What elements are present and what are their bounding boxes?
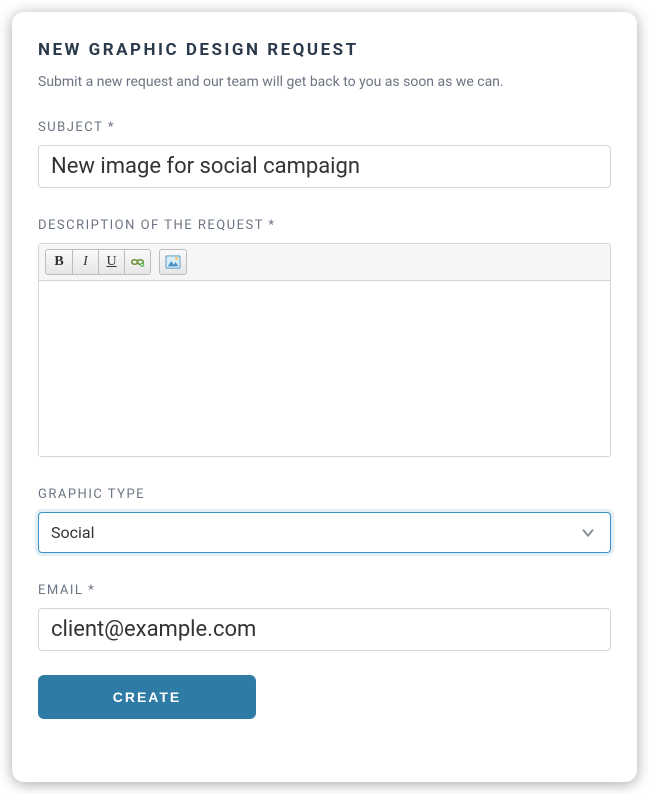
description-textarea[interactable] (39, 281, 610, 456)
graphic-type-label: GRAPHIC TYPE (38, 487, 611, 502)
form-subtitle: Submit a new request and our team will g… (38, 74, 611, 90)
link-button[interactable] (124, 250, 150, 274)
bold-button[interactable]: B (46, 250, 72, 274)
graphic-type-wrap: Social (38, 512, 611, 553)
graphic-type-select[interactable]: Social (38, 512, 611, 553)
description-body[interactable] (39, 281, 610, 456)
editor-toolbar: B I U (39, 244, 610, 281)
image-icon (165, 255, 181, 269)
description-label: DESCRIPTION OF THE REQUEST * (38, 218, 611, 233)
create-button[interactable]: CREATE (38, 675, 256, 719)
image-button[interactable] (159, 249, 187, 275)
italic-button[interactable]: I (72, 250, 98, 274)
email-label: EMAIL * (38, 583, 611, 598)
description-editor: B I U (38, 243, 611, 457)
underline-button[interactable]: U (98, 250, 124, 274)
link-icon (130, 256, 145, 268)
form-title: NEW GRAPHIC DESIGN REQUEST (38, 40, 611, 60)
email-input[interactable] (38, 608, 611, 651)
subject-input[interactable] (38, 145, 611, 188)
subject-label: SUBJECT * (38, 120, 611, 135)
toolbar-format-group: B I U (45, 249, 151, 275)
form-card: NEW GRAPHIC DESIGN REQUEST Submit a new … (12, 12, 637, 782)
